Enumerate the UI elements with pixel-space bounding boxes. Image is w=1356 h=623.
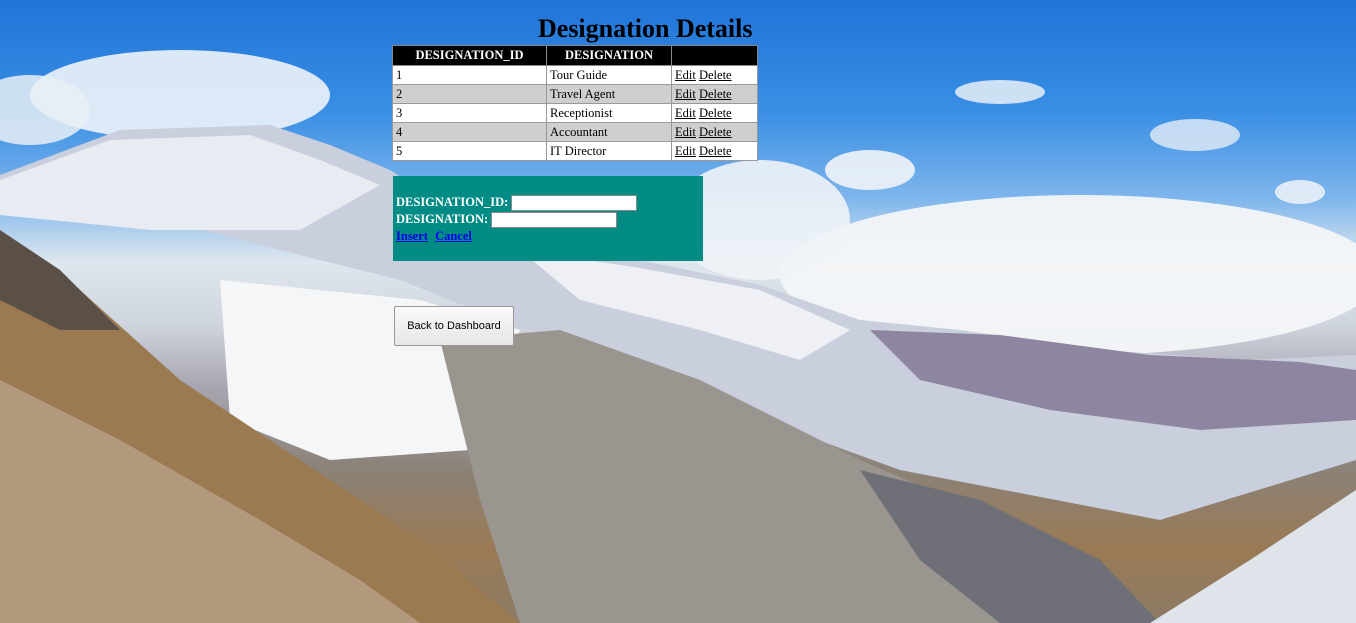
table-row: 5 IT Director Edit Delete <box>392 141 758 161</box>
table-row: 1 Tour Guide Edit Delete <box>392 65 758 85</box>
cell-designation-id: 1 <box>392 65 547 85</box>
cell-designation: Travel Agent <box>546 84 672 104</box>
cell-designation: IT Director <box>546 141 672 161</box>
table-row: 4 Accountant Edit Delete <box>392 122 758 142</box>
cell-designation-id: 2 <box>392 84 547 104</box>
cell-designation-id: 4 <box>392 122 547 142</box>
delete-link[interactable]: Delete <box>699 87 732 101</box>
page-title: Designation Details <box>538 14 753 43</box>
designation-id-label: DESIGNATION_ID: <box>396 195 509 209</box>
back-to-dashboard-button[interactable]: Back to Dashboard <box>394 306 514 346</box>
column-header-designation: DESIGNATION <box>546 45 672 66</box>
form-actions: Insert Cancel <box>396 228 700 244</box>
table-row: 3 Receptionist Edit Delete <box>392 103 758 123</box>
insert-link[interactable]: Insert <box>396 229 428 243</box>
delete-link[interactable]: Delete <box>699 68 732 82</box>
designation-id-row: DESIGNATION_ID: <box>396 194 700 212</box>
delete-link[interactable]: Delete <box>699 144 732 158</box>
edit-link[interactable]: Edit <box>675 68 696 82</box>
edit-link[interactable]: Edit <box>675 144 696 158</box>
designation-table: DESIGNATION_ID DESIGNATION 1 Tour Guide … <box>392 45 758 161</box>
edit-link[interactable]: Edit <box>675 87 696 101</box>
insert-designation-panel: DESIGNATION_ID: DESIGNATION: Insert Canc… <box>393 176 703 261</box>
edit-link[interactable]: Edit <box>675 125 696 139</box>
cell-designation: Receptionist <box>546 103 672 123</box>
table-header-row: DESIGNATION_ID DESIGNATION <box>392 45 758 66</box>
column-header-actions <box>671 45 758 66</box>
edit-link[interactable]: Edit <box>675 106 696 120</box>
table-row: 2 Travel Agent Edit Delete <box>392 84 758 104</box>
designation-input[interactable] <box>491 212 618 229</box>
cell-actions: Edit Delete <box>671 84 758 104</box>
cell-actions: Edit Delete <box>671 141 758 161</box>
designation-row: DESIGNATION: <box>396 211 700 229</box>
designation-id-input[interactable] <box>511 195 638 212</box>
cell-actions: Edit Delete <box>671 65 758 85</box>
cell-actions: Edit Delete <box>671 103 758 123</box>
cell-designation: Accountant <box>546 122 672 142</box>
delete-link[interactable]: Delete <box>699 125 732 139</box>
cell-designation-id: 5 <box>392 141 547 161</box>
cancel-link[interactable]: Cancel <box>435 229 472 243</box>
cell-actions: Edit Delete <box>671 122 758 142</box>
cell-designation-id: 3 <box>392 103 547 123</box>
column-header-designation-id: DESIGNATION_ID <box>392 45 547 66</box>
cell-designation: Tour Guide <box>546 65 672 85</box>
delete-link[interactable]: Delete <box>699 106 732 120</box>
designation-label: DESIGNATION: <box>396 212 489 226</box>
